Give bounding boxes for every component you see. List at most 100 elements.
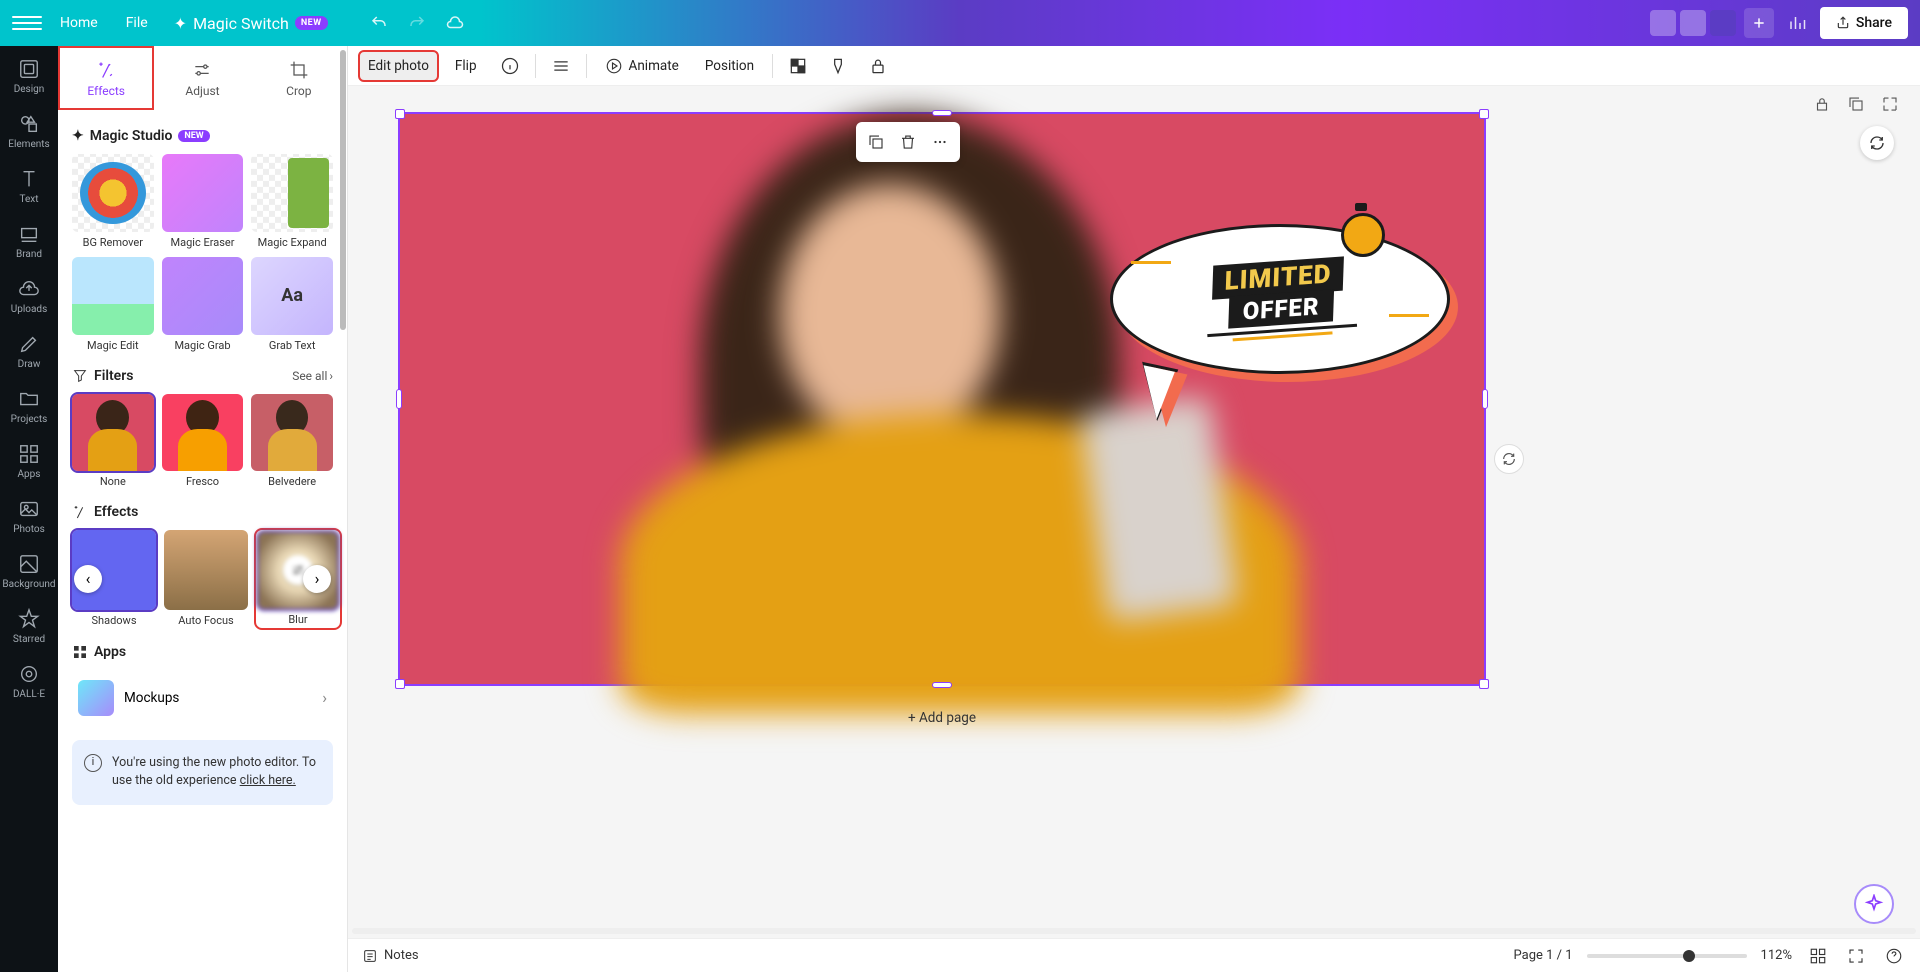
design-thumb[interactable] [1710, 10, 1736, 36]
offer-line2: OFFER [1228, 289, 1334, 328]
chevron-right-icon: › [329, 369, 333, 383]
rail-apps[interactable]: Apps [0, 443, 58, 480]
design-thumb[interactable] [1680, 10, 1706, 36]
zoom-thumb[interactable] [1683, 950, 1695, 962]
app-mockups[interactable]: Mockups › [72, 670, 333, 726]
redo-button[interactable] [402, 8, 432, 38]
home-link[interactable]: Home [50, 9, 108, 37]
edit-photo-button[interactable]: Edit photo [360, 52, 437, 80]
page-tools [1810, 92, 1902, 116]
filter-belvedere[interactable]: Belvedere [251, 394, 333, 489]
rail-uploads[interactable]: Uploads [0, 278, 58, 315]
notes-button[interactable]: Notes [362, 948, 419, 964]
chevron-left-icon: ‹ [86, 569, 91, 588]
recent-designs [1650, 10, 1736, 36]
tile-magic-expand[interactable]: Magic Expand [251, 154, 333, 249]
ai-assistant-button[interactable] [1854, 884, 1894, 924]
line-weight-button[interactable] [546, 51, 576, 81]
zoom-level: 112% [1761, 948, 1792, 963]
vertical-scrollbar[interactable] [1910, 86, 1918, 926]
info-button[interactable] [495, 51, 525, 81]
effects-next-button[interactable]: › [303, 565, 331, 593]
section-filters: Filters See all › [72, 368, 333, 384]
tile-magic-eraser[interactable]: Magic Eraser [162, 154, 244, 249]
transparency-button[interactable] [783, 51, 813, 81]
help-button[interactable] [1882, 944, 1906, 968]
apps-icon [72, 644, 88, 660]
add-design-button[interactable] [1744, 8, 1774, 38]
rail-photos[interactable]: Photos [0, 498, 58, 535]
see-all-filters[interactable]: See all › [292, 369, 333, 383]
more-button[interactable] [926, 128, 954, 156]
grid-view-button[interactable] [1806, 944, 1830, 968]
canvas-page[interactable]: LIMITED OFFER [400, 114, 1484, 684]
filter-fresco[interactable]: Fresco [162, 394, 244, 489]
tile-magic-edit[interactable]: Magic Edit [72, 257, 154, 352]
tile-magic-grab[interactable]: Magic Grab [162, 257, 244, 352]
rail-starred[interactable]: Starred [0, 608, 58, 645]
rail-elements[interactable]: Elements [0, 113, 58, 150]
fullscreen-button[interactable] [1844, 944, 1868, 968]
flip-button[interactable]: Flip [447, 52, 485, 80]
panel-scrollbar[interactable] [338, 46, 348, 972]
filter-icon [72, 368, 88, 384]
rail-dalle[interactable]: DALL·E [0, 663, 58, 700]
design-thumb[interactable] [1650, 10, 1676, 36]
tab-crop[interactable]: Crop [251, 46, 347, 110]
tab-adjust[interactable]: Adjust [154, 46, 250, 110]
new-badge: NEW [295, 16, 328, 30]
share-button[interactable]: Share [1820, 7, 1908, 39]
sparkle-icon: ✦ [72, 128, 84, 144]
tile-grab-text[interactable]: AaGrab Text [251, 257, 333, 352]
horizontal-scrollbar[interactable] [348, 926, 1920, 936]
tile-bg-remover[interactable]: BG Remover [72, 154, 154, 249]
rail-projects[interactable]: Projects [0, 388, 58, 425]
section-effects: Effects [72, 504, 333, 520]
zoom-slider[interactable] [1587, 954, 1747, 958]
effects-prev-button[interactable]: ‹ [74, 565, 102, 593]
lock-page-button[interactable] [1810, 92, 1834, 116]
rail-background[interactable]: Background [0, 553, 58, 590]
copy-style-button[interactable] [823, 51, 853, 81]
duplicate-button[interactable] [862, 128, 890, 156]
effect-auto-focus[interactable]: Auto Focus [164, 530, 248, 627]
position-button[interactable]: Position [697, 52, 762, 80]
magic-switch-button[interactable]: ✦ Magic Switch NEW [166, 10, 336, 37]
floating-toolbar [856, 122, 960, 162]
clock-icon [1337, 205, 1389, 257]
cloud-sync-icon[interactable] [440, 8, 470, 38]
animate-button[interactable]: Animate [597, 51, 687, 81]
section-apps: Apps [72, 644, 333, 660]
top-bar: Home File ✦ Magic Switch NEW Share [0, 0, 1920, 46]
speech-bubble-element[interactable]: LIMITED OFFER [1110, 224, 1470, 424]
context-toolbar: Edit photo Flip Animate Position [348, 46, 1920, 86]
rail-brand[interactable]: Brand [0, 223, 58, 260]
sparkle-icon: ✦ [174, 14, 187, 33]
chevron-right-icon: › [322, 688, 327, 707]
delete-button[interactable] [894, 128, 922, 156]
page-indicator: Page 1 / 1 [1514, 948, 1573, 963]
rail-draw[interactable]: Draw [0, 333, 58, 370]
tab-effects[interactable]: Effects [58, 46, 154, 110]
click-here-link[interactable]: click here. [240, 773, 296, 788]
duplicate-page-button[interactable] [1844, 92, 1868, 116]
filter-none[interactable]: None [72, 394, 154, 489]
rail-design[interactable]: Design [0, 58, 58, 95]
animate-icon [605, 57, 623, 75]
canvas-area[interactable]: LIMITED OFFER [348, 86, 1920, 938]
panel-tabs: Effects Adjust Crop [58, 46, 347, 112]
lock-button[interactable] [863, 51, 893, 81]
share-label: Share [1856, 15, 1892, 31]
expand-page-button[interactable] [1878, 92, 1902, 116]
add-page-button[interactable]: + Add page [400, 698, 1484, 738]
sync-button[interactable] [1494, 444, 1524, 474]
rail-text[interactable]: Text [0, 168, 58, 205]
analytics-button[interactable] [1782, 8, 1812, 38]
side-panel: Effects Adjust Crop ✦ Magic Studio NEW B… [58, 46, 348, 972]
menu-button[interactable] [12, 8, 42, 38]
panel-body: ✦ Magic Studio NEW BG Remover Magic Eras… [58, 112, 347, 972]
section-magic-studio: ✦ Magic Studio NEW [72, 128, 333, 144]
undo-button[interactable] [364, 8, 394, 38]
refresh-button[interactable] [1860, 126, 1894, 160]
file-menu[interactable]: File [116, 9, 158, 37]
